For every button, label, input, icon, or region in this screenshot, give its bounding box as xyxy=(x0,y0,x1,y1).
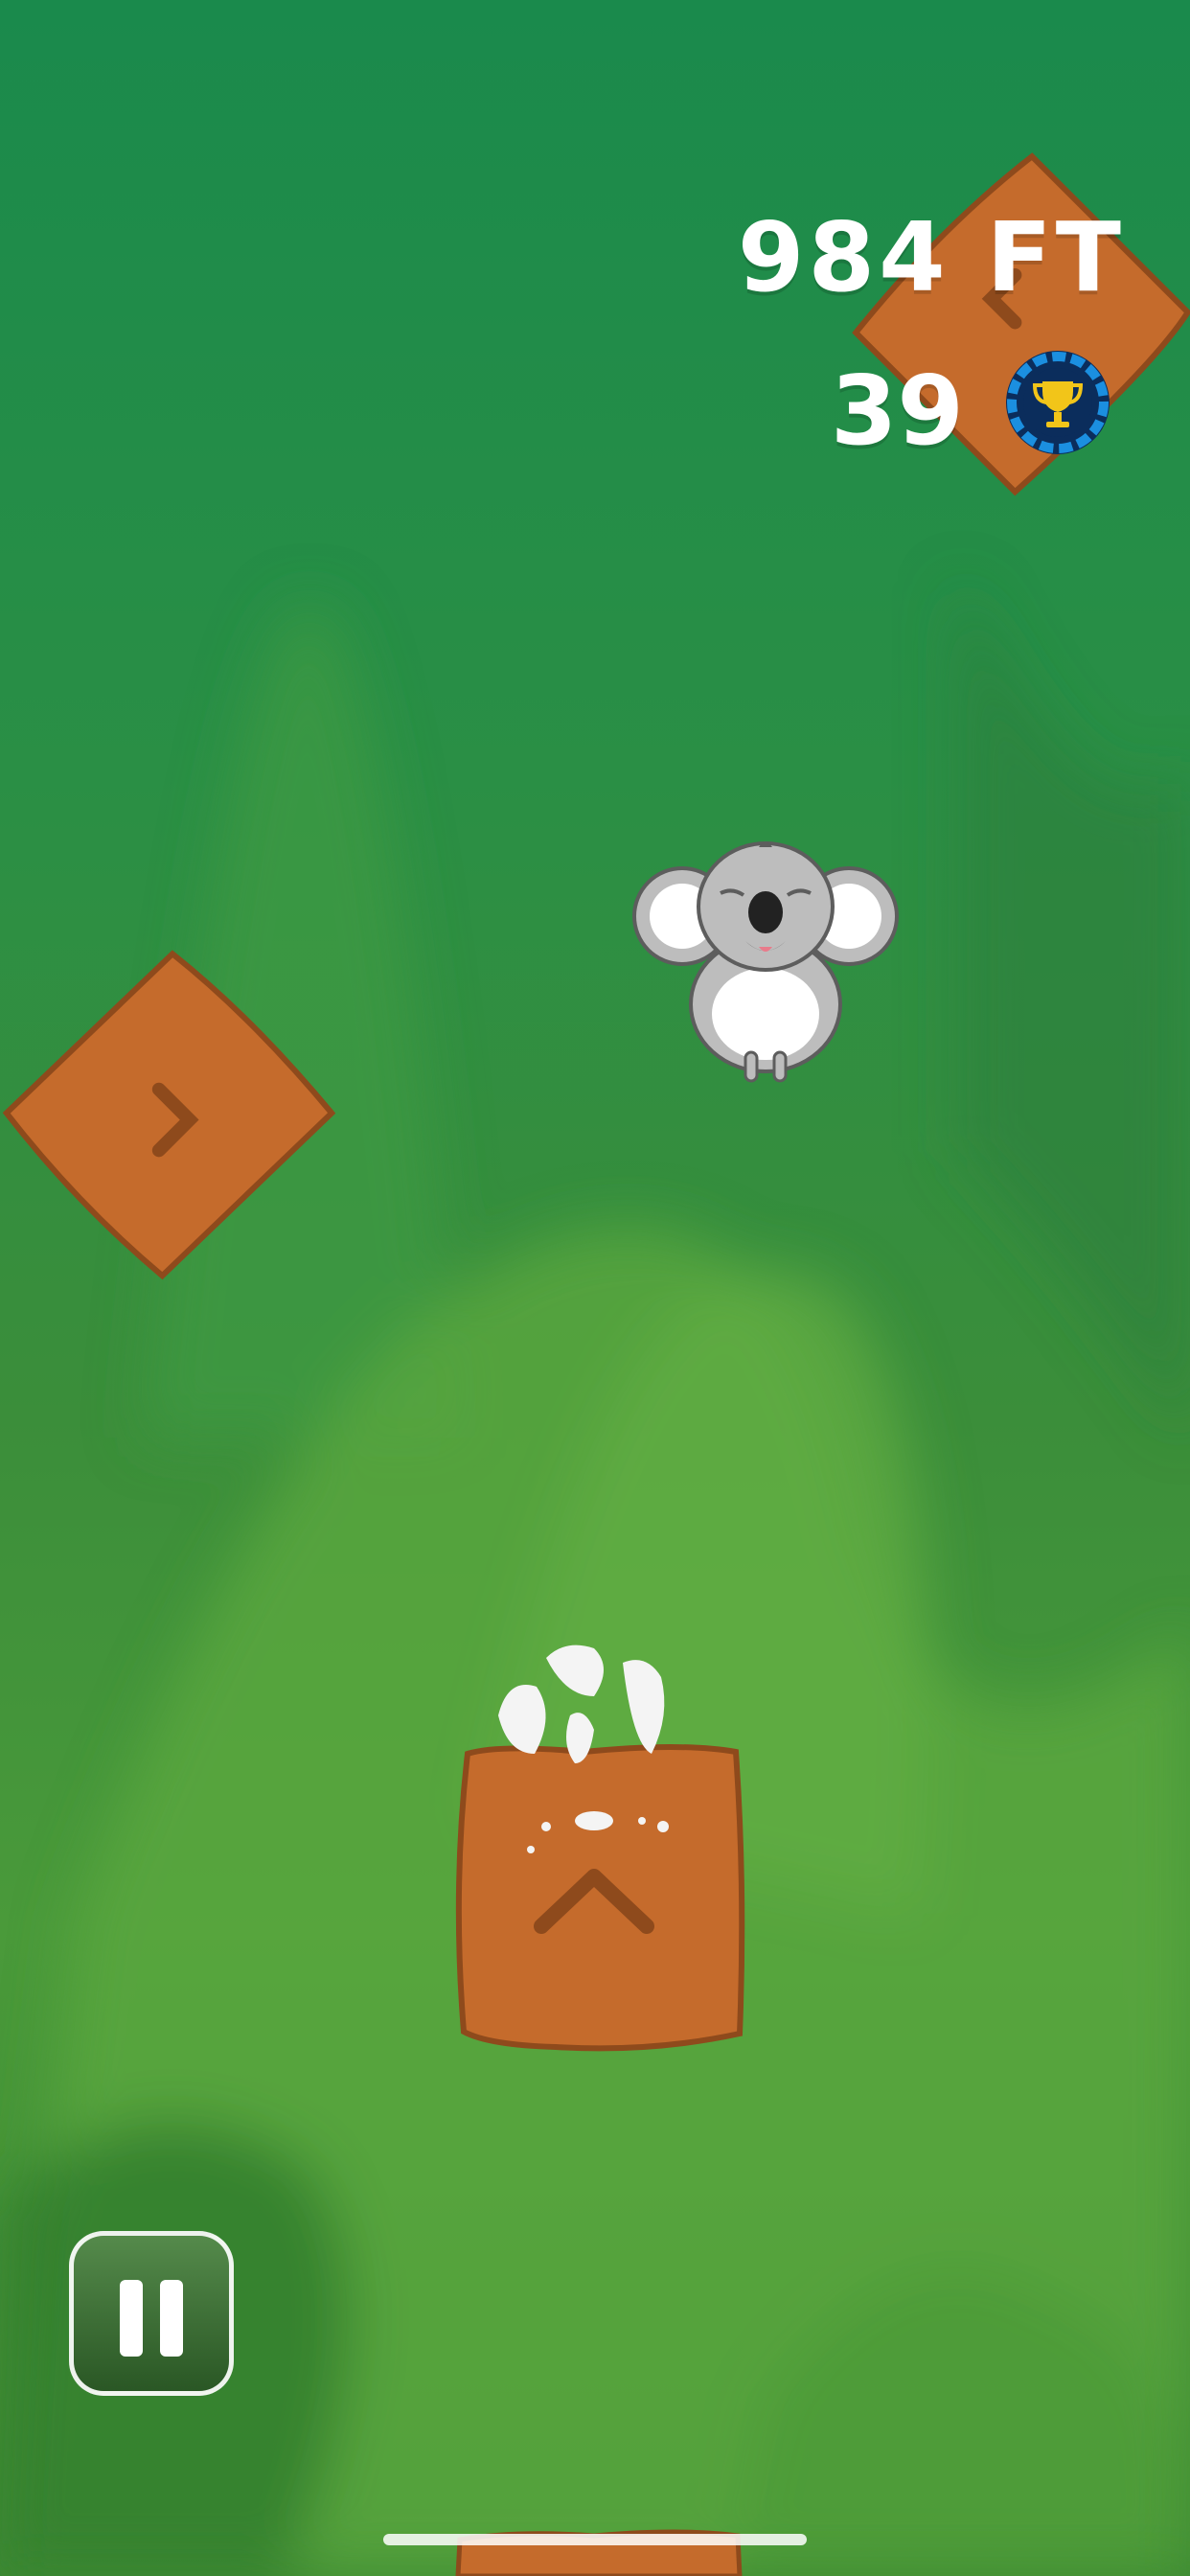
score-counter: 39 xyxy=(830,355,964,467)
koala-player xyxy=(632,841,899,1083)
wooden-platform-left xyxy=(2,950,336,1280)
wooden-platform-bottom xyxy=(455,2529,743,2576)
wooden-platform-top-right xyxy=(852,152,1190,496)
distance-counter: 984 FT xyxy=(737,201,1125,313)
boost-platform xyxy=(455,1644,745,2052)
trophy-badge-icon xyxy=(1006,351,1110,454)
pause-button[interactable] xyxy=(69,2231,234,2396)
home-indicator[interactable] xyxy=(383,2534,807,2545)
